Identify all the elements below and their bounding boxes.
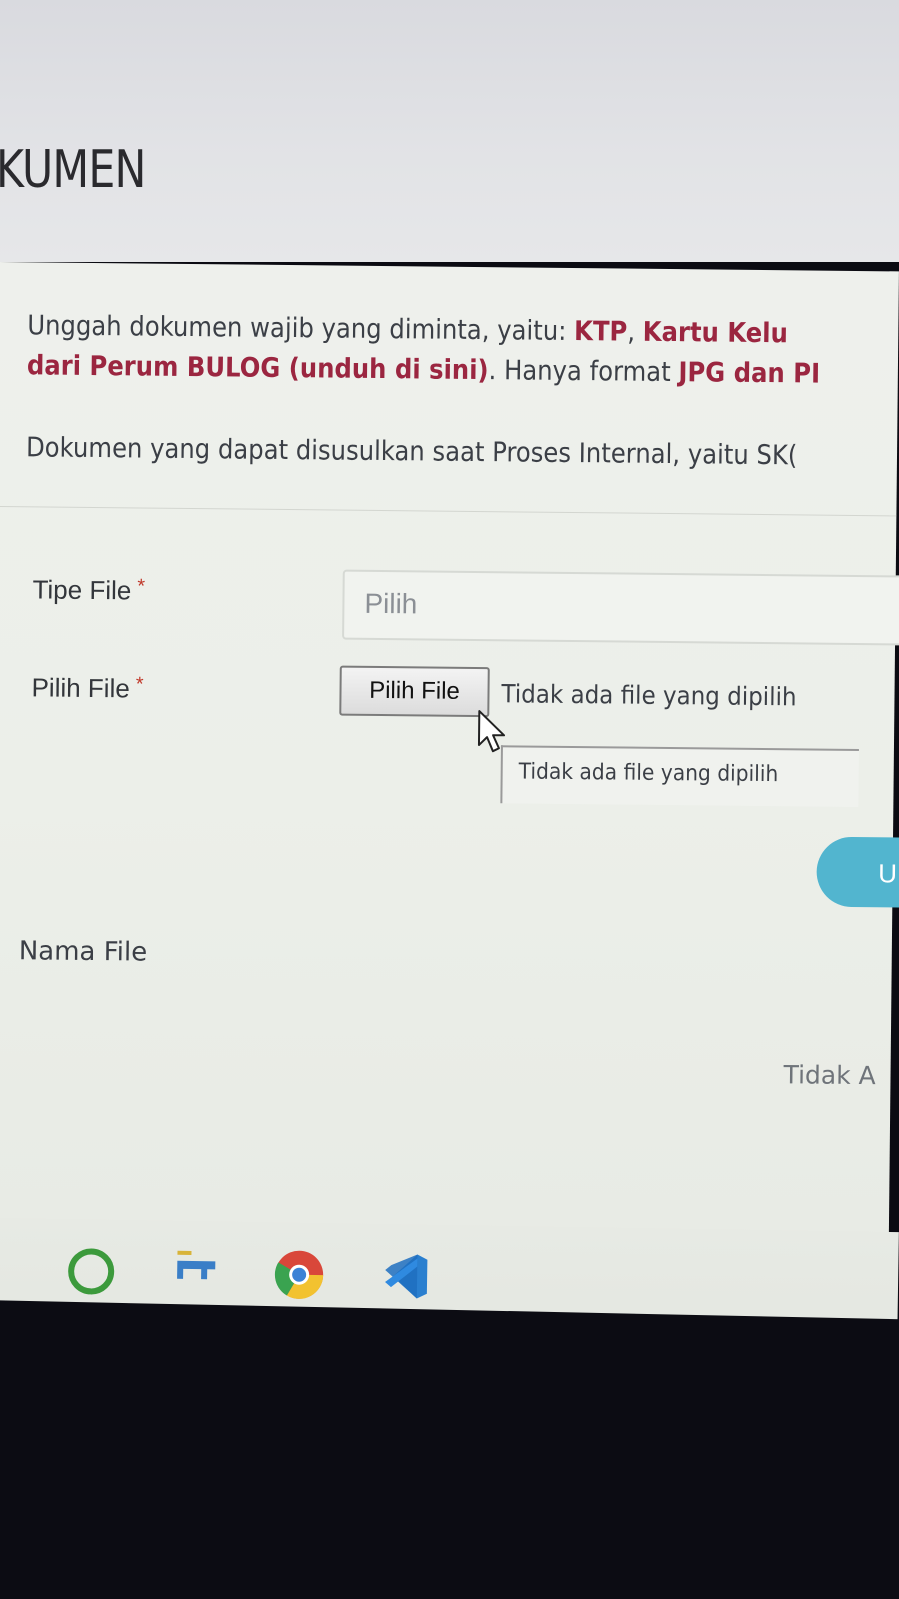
instruction-ktp: KTP [573, 316, 628, 348]
instruction-line-1: Unggah dokumen wajib yang diminta, yaitu… [27, 310, 788, 349]
chrome-icon[interactable] [269, 1244, 330, 1305]
required-mark: * [137, 575, 146, 598]
tooltip-text: Tidak ada file yang dipilih [518, 759, 779, 788]
tipe-file-select[interactable]: Pilih [342, 569, 899, 646]
instruction-format-types: JPG dan PI [678, 357, 821, 390]
header-band: KUMEN [0, 0, 899, 262]
upload-button[interactable]: U [816, 836, 899, 908]
content-panel: Unggah dokumen wajib yang diminta, yaitu… [0, 262, 899, 1332]
file-status-text: Tidak ada file yang dipilih [501, 679, 797, 712]
instruction-line-3: Dokumen yang dapat disusulkan saat Prose… [25, 432, 798, 472]
instruction-format-text: . Hanya format [488, 355, 679, 389]
monitor-bezel [0, 1300, 899, 1599]
bulog-download-link[interactable]: dari Perum BULOG (unduh di sini) [27, 350, 489, 386]
page-title: KUMEN [0, 140, 146, 200]
file-explorer-icon[interactable] [167, 1243, 228, 1304]
mouse-cursor-icon [477, 710, 506, 753]
choose-file-button[interactable]: Pilih File [339, 665, 490, 718]
instruction-line-2: dari Perum BULOG (unduh di sini). Hanya … [27, 350, 820, 389]
divider [0, 505, 897, 517]
file-status-tooltip: Tidak ada file yang dipilih [500, 745, 859, 808]
tipe-file-placeholder: Pilih [364, 587, 418, 620]
tipe-file-label: Tipe File * [32, 574, 145, 606]
table-empty-text: Tidak A [783, 1060, 876, 1091]
screen: KUMEN Unggah dokumen wajib yang diminta,… [0, 0, 899, 1599]
pilih-file-label-text: Pilih File [31, 672, 130, 704]
instruction-text: Unggah dokumen wajib yang diminta, yaitu… [27, 310, 575, 348]
required-mark: * [135, 673, 144, 696]
instruction-kartu-keluarga: Kartu Kelu [642, 316, 789, 350]
column-header-nama-file: Nama File [18, 936, 148, 968]
tipe-file-label-text: Tipe File [32, 574, 132, 606]
instruction-separator: , [627, 316, 643, 348]
vscode-icon[interactable] [375, 1246, 436, 1307]
pilih-file-label: Pilih File * [31, 672, 143, 704]
cortana-ring-icon[interactable] [61, 1241, 122, 1302]
